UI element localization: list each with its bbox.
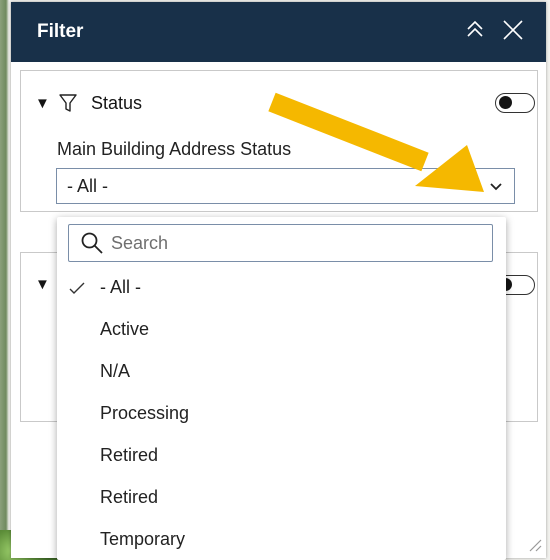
dropdown-option-label: - All - [100,277,142,297]
dropdown-option[interactable]: - All - [57,267,506,309]
dropdown-option[interactable]: N/A [57,351,506,393]
close-icon [503,20,523,40]
dropdown-option[interactable]: Retired [57,477,506,519]
filter-name: Status [91,93,143,113]
dropdown-option-label: Processing [100,403,190,423]
dropdown-option-label: Retired [100,487,159,507]
field-label: Main Building Address Status [57,139,292,159]
filter-icon [59,94,77,112]
resize-handle-icon[interactable] [528,538,542,552]
expand-caret-icon[interactable]: ▼ [35,95,50,112]
search-icon [81,232,103,254]
check-icon [69,282,85,294]
dropdown-option[interactable]: Active [57,309,506,351]
status-dropdown-menu: - All - Active N/A Processing Retired Retired… [57,217,506,560]
panel-title: Filter [37,21,84,42]
chevron-down-icon [490,183,502,191]
panel-header: Filter [11,2,546,62]
search-input[interactable] [111,229,481,257]
status-select[interactable]: - All - [56,168,515,204]
search-box[interactable] [68,224,493,262]
close-button[interactable] [500,17,526,43]
dropdown-option-label: Temporary [100,529,186,549]
toggle-knob [499,96,512,109]
expand-caret-icon[interactable]: ▼ [35,276,50,293]
filter-card-status: ▼ Status Main Building Address Status - … [20,70,538,212]
dropdown-option[interactable]: Retired [57,435,506,477]
dropdown-option-label: Retired [100,445,159,465]
collapse-icon [467,20,483,37]
status-toggle[interactable] [495,93,535,113]
select-value: - All - [67,176,109,196]
dropdown-option[interactable]: Temporary [57,519,506,560]
collapse-button[interactable] [462,17,488,43]
dropdown-option[interactable]: Processing [57,393,506,435]
dropdown-option-label: Active [100,319,150,339]
dropdown-option-label: N/A [100,361,131,381]
